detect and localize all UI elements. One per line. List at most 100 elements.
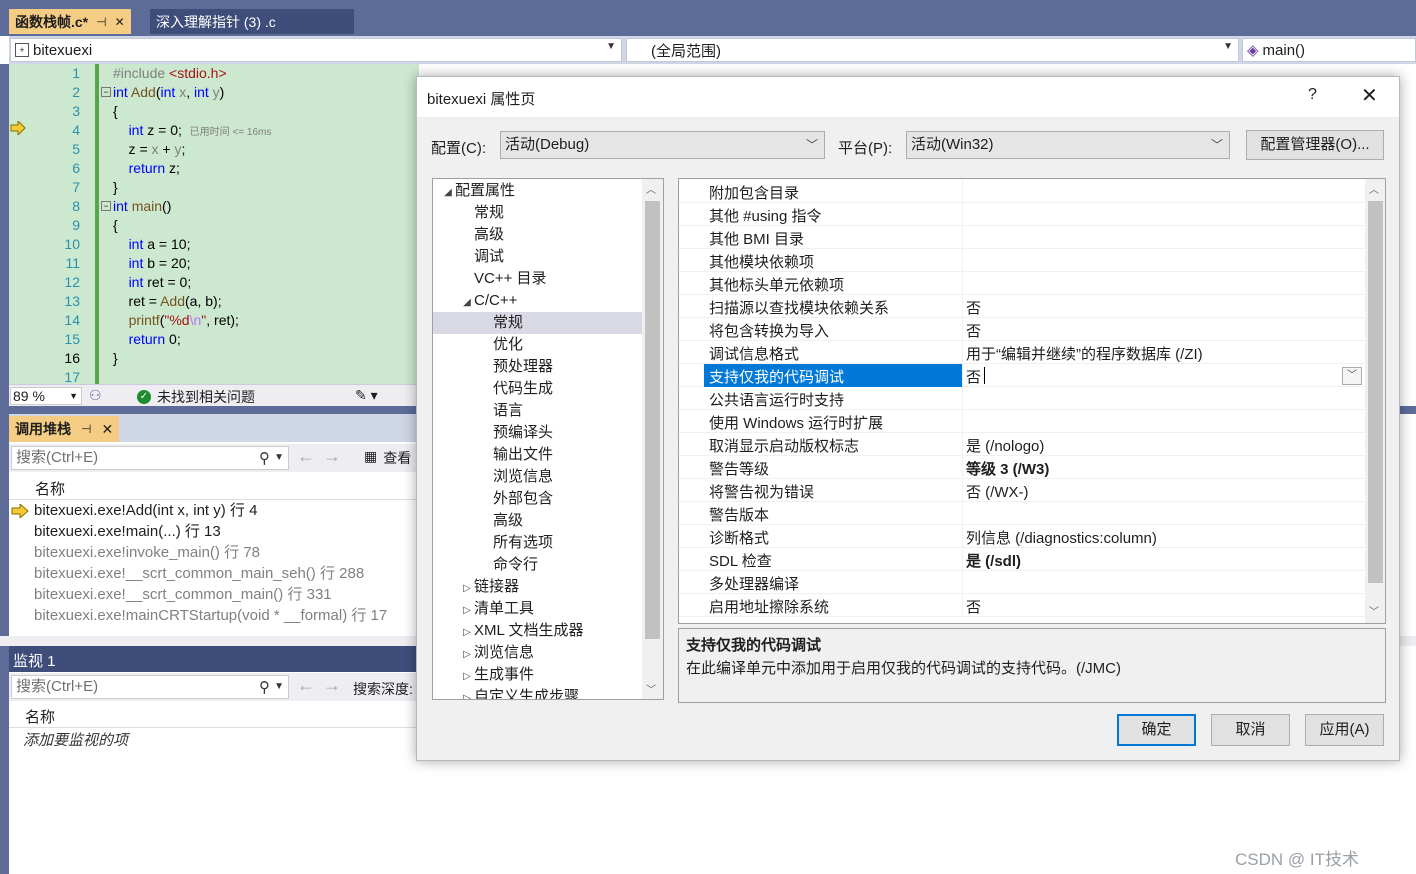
expanded-arrow-icon[interactable]: ◢ xyxy=(441,182,455,204)
search-icon[interactable]: ⚲ xyxy=(259,677,270,699)
property-value[interactable]: 否 xyxy=(966,366,981,387)
tab-active-file[interactable]: 函数栈帧.c* ⊣ ✕ xyxy=(9,9,131,34)
grid-scroll-thumb[interactable] xyxy=(1368,201,1383,583)
tree-item[interactable]: 高级 xyxy=(433,510,642,532)
collapsed-arrow-icon[interactable]: ▷ xyxy=(460,578,474,600)
property-grid[interactable]: 附加包含目录 其他 #using 指令 其他 BMI 目录 其他模块依赖项 其他标头单元… xyxy=(678,178,1386,624)
property-row[interactable]: SDL 检查 是 (/sdl) xyxy=(679,548,1365,571)
tree-item[interactable]: 预处理器 xyxy=(433,356,642,378)
scope-dropdown[interactable]: (全局范围) ▼ xyxy=(626,38,1239,62)
property-row[interactable]: 警告版本 xyxy=(679,502,1365,525)
tree-item[interactable]: ◢ C/C++ xyxy=(433,290,642,312)
property-row[interactable]: 扫描源以查找模块依赖关系 否 xyxy=(679,295,1365,318)
tree-item[interactable]: 输出文件 xyxy=(433,444,642,466)
property-row[interactable]: 诊断格式 列信息 (/diagnostics:column) xyxy=(679,525,1365,548)
collapsed-arrow-icon[interactable]: ▷ xyxy=(460,622,474,644)
expanded-arrow-icon[interactable]: ◢ xyxy=(460,292,474,314)
member-dropdown[interactable]: ◈ main() xyxy=(1242,38,1416,62)
property-row[interactable]: 警告等级 等级 3 (/W3) xyxy=(679,456,1365,479)
tree-item[interactable]: ◢ 配置属性 xyxy=(433,180,642,202)
tree-item[interactable]: 优化 xyxy=(433,334,642,356)
apply-button[interactable]: 应用(A) xyxy=(1305,714,1384,746)
tree-item[interactable]: 所有选项 xyxy=(433,532,642,554)
zoom-dropdown[interactable]: 89 % ▼ xyxy=(10,387,82,405)
issues-status[interactable]: ✓ 未找到相关问题 xyxy=(137,387,255,407)
call-stack-row[interactable]: bitexuexi.exe!invoke_main() 行 78 xyxy=(9,542,419,563)
scroll-down-icon[interactable]: ﹀ xyxy=(646,681,656,696)
brush-icon[interactable]: ✎ ▾ xyxy=(355,387,378,404)
platform-select[interactable]: 活动(Win32) ﹀ xyxy=(906,131,1230,159)
dialog-title-bar[interactable]: bitexuexi 属性页 ? ✕ xyxy=(417,77,1399,117)
close-button[interactable]: ✕ xyxy=(1361,83,1378,108)
property-row[interactable]: 将包含转换为导入 否 xyxy=(679,318,1365,341)
collapsed-arrow-icon[interactable]: ▷ xyxy=(460,666,474,688)
tree-item[interactable]: 预编译头 xyxy=(433,422,642,444)
property-row[interactable]: 多处理器编译 xyxy=(679,571,1365,594)
tree-item[interactable]: 常规 xyxy=(433,312,642,334)
property-row[interactable]: 将警告视为错误 否 (/WX-) xyxy=(679,479,1365,502)
call-stack-row[interactable]: bitexuexi.exe!Add(int x, int y) 行 4 xyxy=(9,500,419,521)
property-row[interactable]: 取消显示启动版权标志 是 (/nologo) xyxy=(679,433,1365,456)
view-button[interactable]: ▦ 查看 xyxy=(364,448,411,468)
column-name-header[interactable]: 名称 xyxy=(25,706,55,727)
tree-scroll-thumb[interactable] xyxy=(645,201,660,639)
scroll-up-icon[interactable]: ︿ xyxy=(646,181,656,196)
code-editor[interactable]: 1 2 3 4 5 6 7 8 9 10 11 12 13 14 15 16 17 − − #include <… xyxy=(9,64,419,384)
property-row[interactable]: 其他模块依赖项 xyxy=(679,249,1365,272)
collapse-icon[interactable]: − xyxy=(101,201,111,211)
chevron-down-icon[interactable]: ▼ xyxy=(274,676,284,698)
call-stack-row[interactable]: bitexuexi.exe!__scrt_common_main_seh() 行… xyxy=(9,563,419,584)
tree-item[interactable]: 常规 xyxy=(433,202,642,224)
call-stack-search-input[interactable]: 搜索(Ctrl+E) ⚲ ▼ xyxy=(11,446,289,470)
property-row[interactable]: 其他 BMI 目录 xyxy=(679,226,1365,249)
tree-item[interactable]: 高级 xyxy=(433,224,642,246)
watch-header[interactable]: 名称 xyxy=(9,704,419,728)
chevron-down-icon[interactable]: ▼ xyxy=(274,447,284,469)
search-icon[interactable]: ⚲ xyxy=(259,448,270,470)
property-tree[interactable]: ◢ 配置属性 常规 高级 调试 VC++ 目录 ◢ C/C++ 常规 优化 预处理器 代码生成 语言 预编… xyxy=(432,178,664,700)
tree-item[interactable]: ▷ 自定义生成步骤 xyxy=(433,686,642,699)
copilot-icon[interactable]: ⚇ xyxy=(89,387,102,404)
tree-item[interactable]: 浏览信息 xyxy=(433,466,642,488)
collapse-icon[interactable]: − xyxy=(101,87,111,97)
property-row[interactable]: 附加包含目录 xyxy=(679,180,1365,203)
property-row[interactable]: 公共语言运行时支持 xyxy=(679,387,1365,410)
tree-item[interactable]: 调试 xyxy=(433,246,642,268)
call-stack-row[interactable]: bitexuexi.exe!main(...) 行 13 xyxy=(9,521,419,542)
watch-search-input[interactable]: 搜索(Ctrl+E) ⚲ ▼ xyxy=(11,675,289,699)
tree-item[interactable]: ▷ 浏览信息 xyxy=(433,642,642,664)
search-nav-arrows-icon[interactable]: ←→ xyxy=(297,446,349,467)
watch-title-bar[interactable]: 监视 1 xyxy=(9,646,419,672)
tab-second-file[interactable]: 深入理解指针 (3) .c xyxy=(150,9,354,34)
tree-item[interactable]: 命令行 xyxy=(433,554,642,576)
code-text[interactable]: #include <stdio.h> int Add(int x, int y)… xyxy=(113,64,271,384)
indicator-margin[interactable] xyxy=(9,64,34,384)
project-dropdown[interactable]: + bitexuexi ▼ xyxy=(10,38,622,62)
add-watch-item[interactable]: 添加要监视的项 xyxy=(9,729,419,751)
ok-button[interactable]: 确定 xyxy=(1117,714,1196,746)
property-row[interactable]: 其他标头单元依赖项 xyxy=(679,272,1365,295)
config-select[interactable]: 活动(Debug) ﹀ xyxy=(500,131,825,159)
property-row[interactable]: 调试信息格式 用于“编辑并继续”的程序数据库 (/ZI) xyxy=(679,341,1365,364)
tree-item[interactable]: 代码生成 xyxy=(433,378,642,400)
call-stack-row[interactable]: bitexuexi.exe!__scrt_common_main() 行 331 xyxy=(9,584,419,605)
scroll-down-icon[interactable]: ﹀ xyxy=(1369,603,1379,618)
tree-item[interactable]: 语言 xyxy=(433,400,642,422)
property-row[interactable]: 启用地址擦除系统 否 xyxy=(679,594,1365,617)
help-button[interactable]: ? xyxy=(1308,86,1317,104)
config-manager-button[interactable]: 配置管理器(O)... xyxy=(1246,130,1384,160)
scroll-up-icon[interactable]: ︿ xyxy=(1369,181,1379,196)
value-dropdown-icon[interactable]: ﹀ xyxy=(1342,367,1362,385)
tree-item[interactable]: ▷ XML 文档生成器 xyxy=(433,620,642,642)
collapsed-arrow-icon[interactable]: ▷ xyxy=(460,688,474,699)
tree-item[interactable]: VC++ 目录 xyxy=(433,268,642,290)
property-row[interactable]: 支持仅我的代码调试 否 ﹀ xyxy=(679,364,1365,387)
cancel-button[interactable]: 取消 xyxy=(1211,714,1290,746)
pin-icon[interactable]: ⊣ xyxy=(81,422,91,436)
call-stack-row[interactable]: bitexuexi.exe!mainCRTStartup(void * __fo… xyxy=(9,605,419,626)
tree-item[interactable]: ▷ 清单工具 xyxy=(433,598,642,620)
close-icon[interactable]: ✕ xyxy=(115,15,125,29)
tree-item[interactable]: 外部包含 xyxy=(433,488,642,510)
tree-item[interactable]: ▷ 链接器 xyxy=(433,576,642,598)
collapsed-arrow-icon[interactable]: ▷ xyxy=(460,600,474,622)
